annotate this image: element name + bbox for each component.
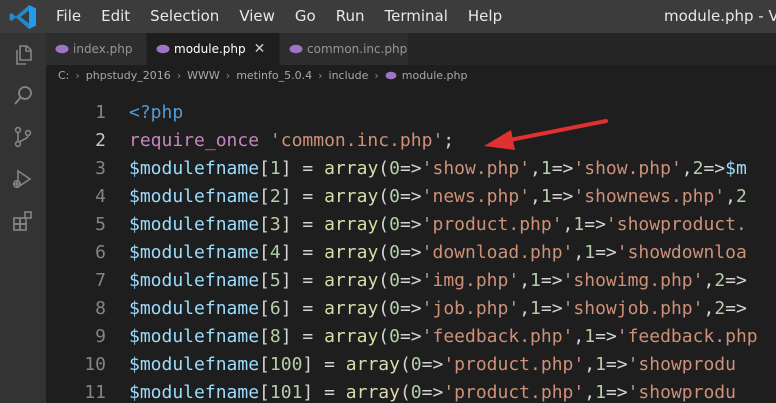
- arrow-head: [484, 130, 515, 150]
- arrow-shaft: [508, 119, 608, 142]
- annotation-arrow: [484, 119, 608, 150]
